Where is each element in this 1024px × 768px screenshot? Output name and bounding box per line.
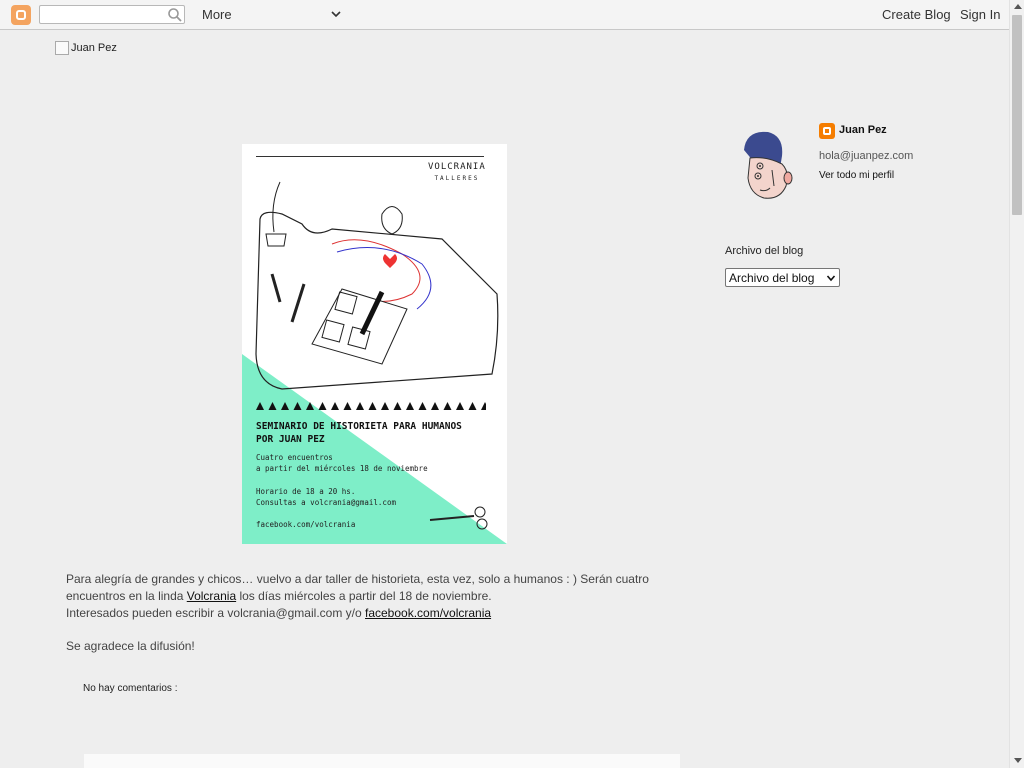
broken-image-icon — [55, 41, 69, 55]
post-text-fragment: Interesados pueden escribir a volcrania@… — [66, 606, 365, 620]
poster-info: Cuatro encuentros a partir del miércoles… — [256, 452, 428, 474]
more-menu-link[interactable]: More — [202, 7, 232, 22]
sign-in-link[interactable]: Sign In — [960, 7, 1000, 22]
blog-header-image[interactable]: Juan Pez — [55, 41, 117, 55]
blogger-profile-icon — [819, 123, 835, 139]
poster-title-line1: SEMINARIO DE HISTORIETA PARA HUMANOS — [256, 421, 462, 432]
post-poster-image[interactable]: VOLCRANIA TALLERES SEMINARIO DE HISTORIE… — [242, 144, 507, 544]
poster-facebook: facebook.com/volcrania — [256, 520, 356, 529]
header-image-alt-text: Juan Pez — [71, 42, 117, 54]
poster-schedule: Horario de 18 a 20 hs. Consultas a volcr… — [256, 486, 396, 508]
scroll-down-arrow-icon[interactable] — [1014, 758, 1022, 763]
profile-avatar[interactable] — [736, 128, 796, 204]
post-text-line: Para alegría de grandes y chicos… vuelvo… — [66, 572, 649, 586]
blogger-navbar: More Create Blog Sign In — [0, 0, 1009, 30]
archive-select[interactable]: Archivo del blog — [725, 268, 840, 287]
chevron-down-icon — [826, 274, 836, 281]
page-scrollbar[interactable] — [1009, 0, 1024, 768]
poster-artwork — [242, 181, 507, 544]
comment-box[interactable] — [84, 754, 680, 768]
profile-email: hola@juanpez.com — [819, 150, 914, 162]
chevron-down-icon[interactable] — [330, 8, 342, 20]
poster-info-line1: Cuatro encuentros — [256, 453, 333, 462]
view-full-profile-link[interactable]: Ver todo mi perfil — [819, 170, 894, 181]
poster-top-rule — [256, 156, 484, 157]
post-thanks: Se agradece la difusión! — [66, 639, 195, 653]
poster-title-line2: POR JUAN PEZ — [256, 434, 325, 445]
create-blog-link[interactable]: Create Blog — [882, 7, 951, 22]
scroll-up-arrow-icon[interactable] — [1014, 4, 1022, 9]
search-input[interactable] — [39, 5, 185, 24]
search-icon[interactable] — [167, 7, 183, 23]
poster-schedule-line2: Consultas a volcrania@gmail.com — [256, 498, 396, 507]
archive-title: Archivo del blog — [725, 245, 804, 257]
poster-brand: VOLCRANIA TALLERES — [428, 162, 486, 184]
facebook-volcrania-link[interactable]: facebook.com/volcrania — [365, 606, 491, 620]
scroll-thumb[interactable] — [1012, 15, 1022, 215]
post-text-line: Interesados pueden escribir a volcrania@… — [66, 605, 649, 622]
poster-schedule-line1: Horario de 18 a 20 hs. — [256, 487, 356, 496]
profile-name-link[interactable]: Juan Pez — [839, 124, 887, 136]
post-text-fragment: encuentros en la linda — [66, 589, 187, 603]
blogger-logo-icon[interactable] — [11, 5, 31, 25]
poster-info-line2: a partir del miércoles 18 de noviembre — [256, 464, 428, 473]
post-text-line: encuentros en la linda Volcrania los día… — [66, 588, 649, 605]
poster-triangle-row — [256, 402, 486, 410]
poster-title: SEMINARIO DE HISTORIETA PARA HUMANOS POR… — [256, 420, 462, 446]
poster-brand-sub: TALLERES — [434, 175, 480, 182]
poster-brand-name: VOLCRANIA — [428, 162, 486, 172]
comments-label: No hay comentarios : — [83, 683, 178, 694]
volcrania-link[interactable]: Volcrania — [187, 589, 236, 603]
archive-select-value: Archivo del blog — [729, 270, 815, 285]
post-body-paragraph: Para alegría de grandes y chicos… vuelvo… — [66, 571, 649, 622]
post-text-fragment: los días miércoles a partir del 18 de no… — [236, 589, 492, 603]
